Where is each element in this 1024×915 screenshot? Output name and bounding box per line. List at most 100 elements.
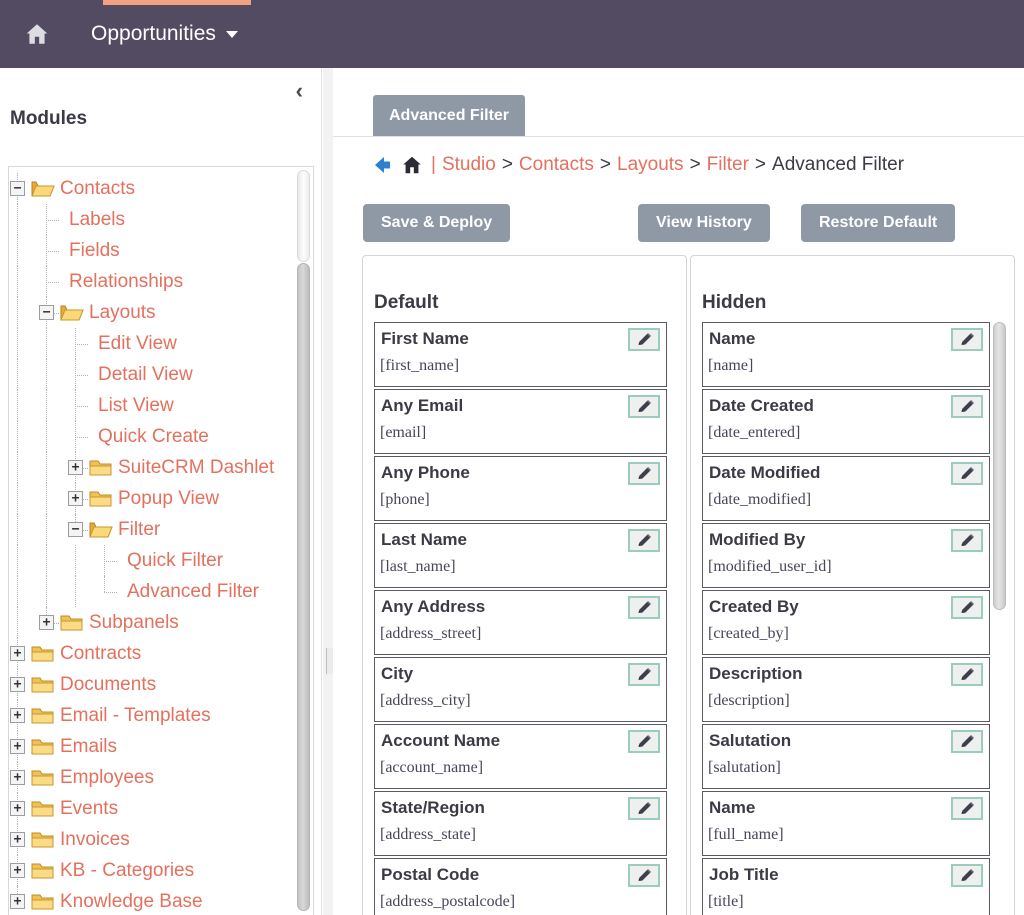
tree-item-contacts[interactable]: −Contacts (9, 173, 297, 204)
field-card[interactable]: Account Name[account_name] (374, 724, 667, 789)
tree-item-contracts[interactable]: +Contracts (9, 638, 297, 669)
field-card[interactable]: Job Title[title] (702, 858, 990, 915)
breadcrumb-link-filter[interactable]: Filter (707, 154, 749, 175)
pencil-icon[interactable] (951, 462, 983, 485)
tree-item-email-templates[interactable]: +Email - Templates (9, 700, 297, 731)
tree-item-fields[interactable]: Fields (9, 235, 297, 266)
tree-item-list-view[interactable]: List View (9, 390, 297, 421)
expand-icon[interactable]: + (10, 894, 25, 909)
chevron-left-icon[interactable]: ‹ (296, 80, 303, 102)
tree-item-label: SuiteCRM Dashlet (118, 457, 274, 479)
field-card[interactable]: Name[full_name] (702, 791, 990, 856)
tree-item-layouts[interactable]: −Layouts (9, 297, 297, 328)
pencil-icon[interactable] (628, 462, 660, 485)
pencil-icon[interactable] (628, 864, 660, 887)
collapse-icon[interactable]: − (39, 305, 54, 320)
view-history-button[interactable]: View History (638, 204, 770, 242)
pencil-icon[interactable] (951, 730, 983, 753)
expand-icon[interactable]: + (39, 615, 54, 630)
tab-advanced-filter[interactable]: Advanced Filter (373, 95, 525, 136)
field-card[interactable]: Postal Code[address_postalcode] (374, 858, 667, 915)
pencil-icon[interactable] (628, 328, 660, 351)
pencil-icon[interactable] (951, 395, 983, 418)
tree-item-detail-view[interactable]: Detail View (9, 359, 297, 390)
breadcrumb-home-icon[interactable] (401, 154, 423, 176)
tree-guide-line (46, 545, 47, 576)
field-card[interactable]: Salutation[salutation] (702, 724, 990, 789)
pencil-icon[interactable] (951, 797, 983, 820)
expand-icon[interactable]: + (10, 708, 25, 723)
field-card[interactable]: Last Name[last_name] (374, 523, 667, 588)
field-card[interactable]: Created By[created_by] (702, 590, 990, 655)
sidebar-scrollbar[interactable] (295, 167, 312, 915)
tree-item-quick-create[interactable]: Quick Create (9, 421, 297, 452)
tree-item-suitecrm-dashlet[interactable]: + SuiteCRM Dashlet (9, 452, 297, 483)
pencil-icon[interactable] (951, 663, 983, 686)
tree-item-events[interactable]: +Events (9, 793, 297, 824)
tree-item-filter[interactable]: −Filter (9, 514, 297, 545)
pencil-icon[interactable] (628, 596, 660, 619)
tree-guide-line (46, 390, 47, 421)
field-label: City (381, 664, 413, 684)
expand-icon[interactable]: + (68, 491, 83, 506)
pencil-icon[interactable] (628, 529, 660, 552)
sidebar-scrollbar-thumb-upper[interactable] (297, 170, 310, 262)
hidden-panel-scrollbar-thumb[interactable] (993, 322, 1006, 610)
tree-item-popup-view[interactable]: +Popup View (9, 483, 297, 514)
pencil-icon[interactable] (951, 864, 983, 887)
field-card[interactable]: Date Modified[date_modified] (702, 456, 990, 521)
expand-icon[interactable]: + (10, 677, 25, 692)
hidden-panel-scrollbar[interactable] (992, 322, 1007, 915)
pencil-icon[interactable] (628, 663, 660, 686)
expand-icon[interactable]: + (10, 646, 25, 661)
tree-item-invoices[interactable]: +Invoices (9, 824, 297, 855)
pencil-icon[interactable] (628, 797, 660, 820)
tree-item-emails[interactable]: +Emails (9, 731, 297, 762)
tree-item-edit-view[interactable]: Edit View (9, 328, 297, 359)
tree-guide-line (46, 421, 47, 452)
tree-item-documents[interactable]: +Documents (9, 669, 297, 700)
expand-icon[interactable]: + (68, 460, 83, 475)
restore-default-button[interactable]: Restore Default (801, 204, 955, 242)
back-arrow-icon[interactable] (373, 154, 399, 176)
field-card[interactable]: Modified By[modified_user_id] (702, 523, 990, 588)
field-card[interactable]: Any Email[email] (374, 389, 667, 454)
home-icon[interactable] (18, 0, 56, 68)
tree-item-subpanels[interactable]: +Subpanels (9, 607, 297, 638)
field-card[interactable]: Any Phone[phone] (374, 456, 667, 521)
field-card[interactable]: Any Address[address_street] (374, 590, 667, 655)
expand-icon[interactable]: + (10, 739, 25, 754)
tree-item-label: Quick Filter (127, 550, 223, 572)
pencil-icon[interactable] (628, 395, 660, 418)
field-card[interactable]: City[address_city] (374, 657, 667, 722)
expand-icon[interactable]: + (10, 770, 25, 785)
tree-item-knowledge-base[interactable]: +Knowledge Base (9, 886, 297, 915)
field-card[interactable]: Name[name] (702, 322, 990, 387)
nav-item-opportunities[interactable]: Opportunities (78, 0, 259, 68)
expand-icon[interactable]: + (10, 863, 25, 878)
tree-item-kb-categories[interactable]: +KB - Categories (9, 855, 297, 886)
expand-icon[interactable]: + (10, 801, 25, 816)
collapse-icon[interactable]: − (10, 181, 25, 196)
field-card[interactable]: Date Created[date_entered] (702, 389, 990, 454)
breadcrumb-link-studio[interactable]: Studio (442, 154, 496, 175)
pencil-icon[interactable] (951, 328, 983, 351)
tree-item-labels[interactable]: Labels (9, 204, 297, 235)
pencil-icon[interactable] (628, 730, 660, 753)
sidebar-scrollbar-thumb[interactable] (297, 263, 310, 911)
save-and-deploy-button[interactable]: Save & Deploy (363, 204, 510, 242)
field-card[interactable]: State/Region[address_state] (374, 791, 667, 856)
pencil-icon[interactable] (951, 596, 983, 619)
tree-item-advanced-filter[interactable]: Advanced Filter (9, 576, 297, 607)
tree-item-quick-filter[interactable]: Quick Filter (9, 545, 297, 576)
breadcrumb-link-contacts[interactable]: Contacts (519, 154, 594, 175)
expand-icon[interactable]: + (10, 832, 25, 847)
tree-item-relationships[interactable]: Relationships (9, 266, 297, 297)
collapse-icon[interactable]: − (68, 522, 83, 537)
breadcrumb-link-layouts[interactable]: Layouts (617, 154, 684, 175)
tree-elbow-line (75, 375, 88, 376)
field-card[interactable]: First Name[first_name] (374, 322, 667, 387)
pencil-icon[interactable] (951, 529, 983, 552)
tree-item-employees[interactable]: +Employees (9, 762, 297, 793)
field-card[interactable]: Description[description] (702, 657, 990, 722)
